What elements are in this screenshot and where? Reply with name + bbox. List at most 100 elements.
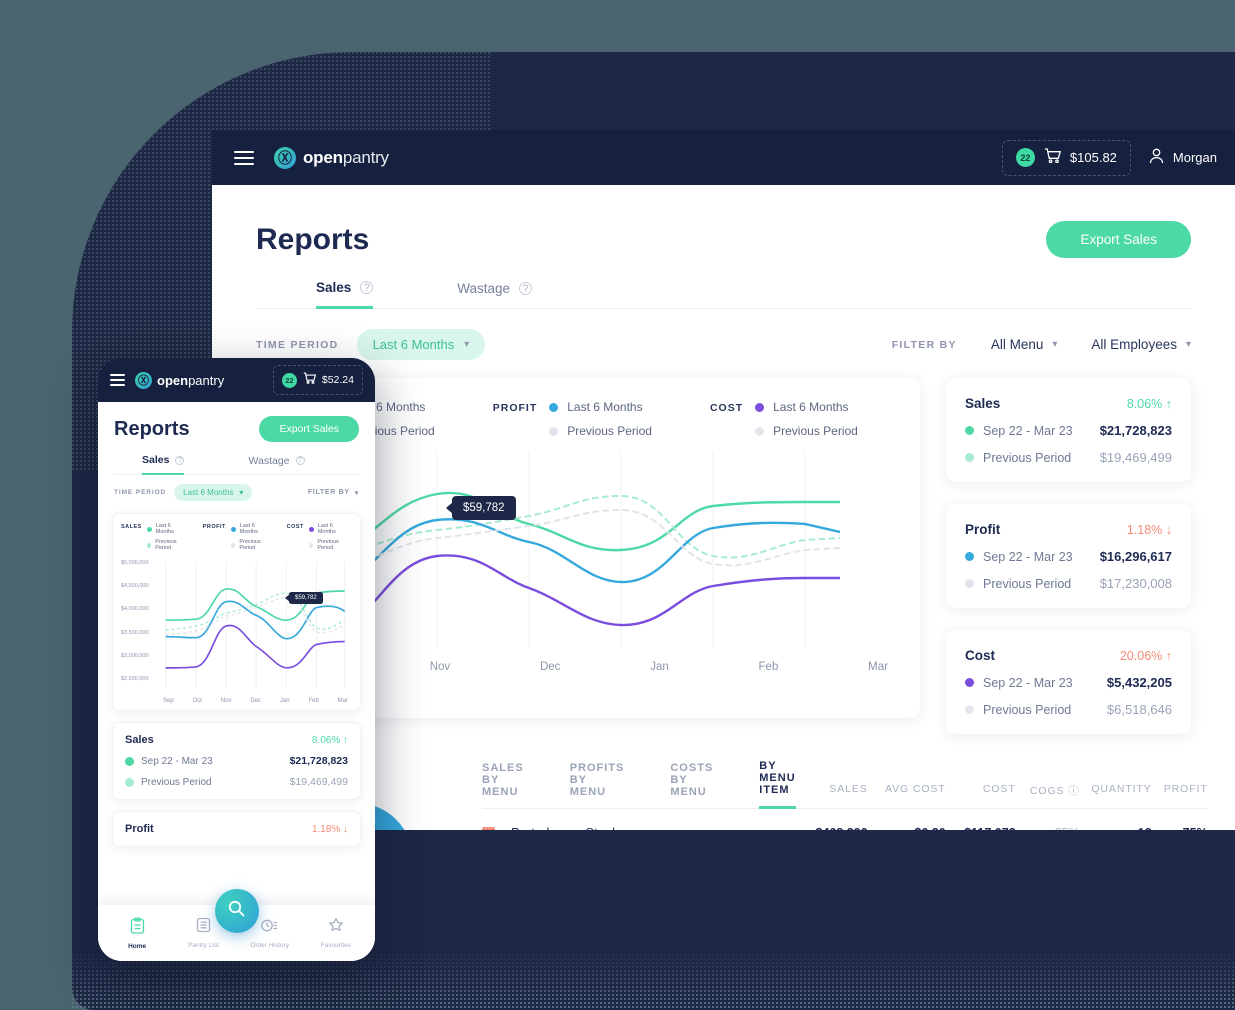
help-icon[interactable]: ? — [175, 455, 185, 465]
filter-by-select[interactable]: FILTER BY ▾ — [308, 489, 359, 497]
table-tabs: SALES BY MENU PROFITS BY MENU COSTS BY M… — [482, 760, 1208, 809]
cart-button[interactable]: 22 $52.24 — [272, 365, 363, 395]
y-tick: $5,000,000 — [121, 560, 149, 566]
menu-item-table: SALES BY MENU PROFITS BY MENU COSTS BY M… — [482, 760, 1208, 830]
tab-profits-by-menu[interactable]: PROFITS BY MENU — [570, 762, 625, 808]
y-tick: $3,000,000 — [121, 652, 149, 659]
tab-wastage-label: Wastage — [457, 281, 511, 296]
stat-period-label: Sep 22 - Mar 23 — [141, 755, 213, 767]
legend-item: Previous Period — [146, 539, 190, 551]
stat-dot — [965, 426, 974, 435]
cart-amount: $52.24 — [321, 374, 354, 386]
col-cogs: COGS ⓘ — [1029, 785, 1080, 797]
x-tick: Jan — [650, 661, 669, 673]
cell-cogs: 25% — [1016, 826, 1080, 831]
time-period-select[interactable]: Last 6 Months ▾ — [356, 329, 486, 360]
app-logo[interactable]: Ⓧ openpantry — [135, 371, 224, 389]
employee-filter-value: All Employees — [1091, 337, 1177, 352]
tab-sales[interactable]: Sales ? — [142, 454, 185, 475]
legend-item: Previous Period — [230, 539, 274, 551]
legend-item: Last 6 Months — [549, 400, 652, 414]
filter-by-label: FILTER BY — [307, 489, 350, 496]
stat-value: $19,469,499 — [289, 776, 348, 788]
stat-row-current: Sep 22 - Mar 23 $21,728,823 — [125, 755, 348, 767]
stat-dot — [125, 756, 134, 766]
tab-wastage[interactable]: Wastage ? — [248, 454, 305, 474]
nav-label: Home — [128, 942, 147, 950]
clock-list-icon — [261, 918, 278, 938]
cell-quantity: 12 — [1080, 826, 1152, 831]
stat-name: Profit — [125, 823, 154, 835]
legend-label: Previous Period — [773, 424, 858, 438]
chevron-down-icon: ▾ — [239, 488, 244, 497]
time-period-label: TIME PERIOD — [114, 489, 167, 496]
mobile-topbar: Ⓧ openpantry 22 $52.24 — [98, 358, 375, 402]
tab-costs-by-menu[interactable]: COSTS BY MENU — [670, 762, 713, 808]
stat-value: $19,469,499 — [1099, 450, 1172, 465]
stat-value: $5,432,205 — [1106, 675, 1172, 690]
export-sales-button[interactable]: Export Sales — [259, 416, 359, 442]
table-row[interactable]: Porterhouse Steak $468,290 $6.20 $117,07… — [482, 809, 1208, 830]
chart-y-axis: $5,000,000 $4,500,000 $4,000,000 $3,500,… — [121, 558, 154, 696]
mobile-device: Ⓧ openpantry 22 $52.24 Reports Export Sa… — [98, 358, 375, 961]
nav-item-favourites[interactable]: Favourites — [310, 917, 362, 949]
x-tick: Jan — [279, 698, 290, 704]
help-icon[interactable]: ? — [360, 281, 374, 294]
chevron-down-icon: ▾ — [1052, 339, 1058, 350]
nav-item-home[interactable]: Home — [111, 916, 163, 950]
col-profit: PROFIT — [1163, 783, 1208, 795]
time-period-value: Last 6 Months — [183, 488, 234, 497]
x-tick: Nov — [429, 661, 451, 673]
legend-dot — [549, 426, 559, 436]
cart-badge: 22 — [281, 372, 297, 388]
menu-filter-select[interactable]: All Menu ▾ — [991, 337, 1058, 352]
time-period-value: Last 6 Months — [372, 337, 455, 352]
legend-label: Last 6 Months — [239, 523, 258, 535]
search-fab-button[interactable] — [214, 889, 259, 933]
legend-item: Last 6 Months — [308, 523, 352, 535]
stat-row-previous: Previous Period $19,469,499 — [965, 450, 1172, 465]
legend-title-profit: PROFIT — [202, 524, 226, 530]
cart-button[interactable]: 22 $105.82 — [1001, 139, 1131, 176]
filter-bar: TIME PERIOD Last 6 Months ▾ FILTER BY Al… — [256, 309, 1191, 378]
col-avg-cost: AVG COST — [884, 783, 946, 795]
employee-filter-select[interactable]: All Employees ▾ — [1091, 337, 1191, 352]
nav-label: Pantry List — [188, 942, 219, 949]
help-icon[interactable]: ⓘ — [1068, 785, 1079, 797]
help-icon[interactable]: ? — [295, 456, 305, 465]
x-tick: Mar — [868, 661, 888, 673]
legend-item: Last 6 Months — [755, 400, 858, 414]
export-sales-button[interactable]: Export Sales — [1046, 221, 1191, 258]
chevron-down-icon: ▾ — [464, 339, 470, 350]
user-menu[interactable]: Morgan — [1149, 148, 1217, 167]
hamburger-icon[interactable] — [110, 371, 125, 388]
stat-delta: 1.18% ↓ — [1126, 523, 1172, 537]
stat-dot — [965, 453, 974, 462]
legend-dot — [308, 542, 314, 548]
table-column-headers: SALES AVG COST COST COGS ⓘ QUANTITY PROF… — [796, 783, 1208, 808]
clipboard-icon — [130, 916, 145, 939]
stat-row-previous: Previous Period $17,230,008 — [965, 576, 1172, 591]
tab-wastage[interactable]: Wastage ? — [457, 280, 533, 308]
chart-tooltip: $59,782 — [289, 592, 323, 604]
search-icon — [228, 900, 245, 922]
stat-dot — [965, 678, 974, 687]
help-icon[interactable]: ? — [519, 282, 533, 295]
tab-by-menu-item[interactable]: BY MENU ITEM — [759, 760, 796, 809]
legend-dot — [308, 526, 314, 532]
stat-row-current: Sep 22 - Mar 23 $16,296,617 — [965, 549, 1172, 564]
tab-sales[interactable]: Sales ? — [316, 280, 374, 309]
stat-card-cost: Cost 20.06% ↑ Sep 22 - Mar 23 $5,432,205… — [946, 630, 1191, 734]
legend-title-cost: COST — [286, 524, 304, 530]
stat-value: $21,728,823 — [1099, 423, 1172, 438]
app-logo[interactable]: Ⓧ openpantry — [274, 146, 389, 169]
legend-title-profit: PROFIT — [492, 402, 538, 414]
y-tick: $3,500,000 — [121, 629, 149, 636]
list-icon — [196, 917, 211, 938]
nav-label: Order History — [250, 941, 289, 949]
tab-sales-by-menu[interactable]: SALES BY MENU — [482, 762, 524, 808]
time-period-select[interactable]: Last 6 Months ▾ — [174, 484, 253, 501]
cart-amount: $105.82 — [1069, 150, 1117, 165]
legend-label: Previous Period — [567, 424, 652, 438]
hamburger-icon[interactable] — [234, 147, 254, 169]
